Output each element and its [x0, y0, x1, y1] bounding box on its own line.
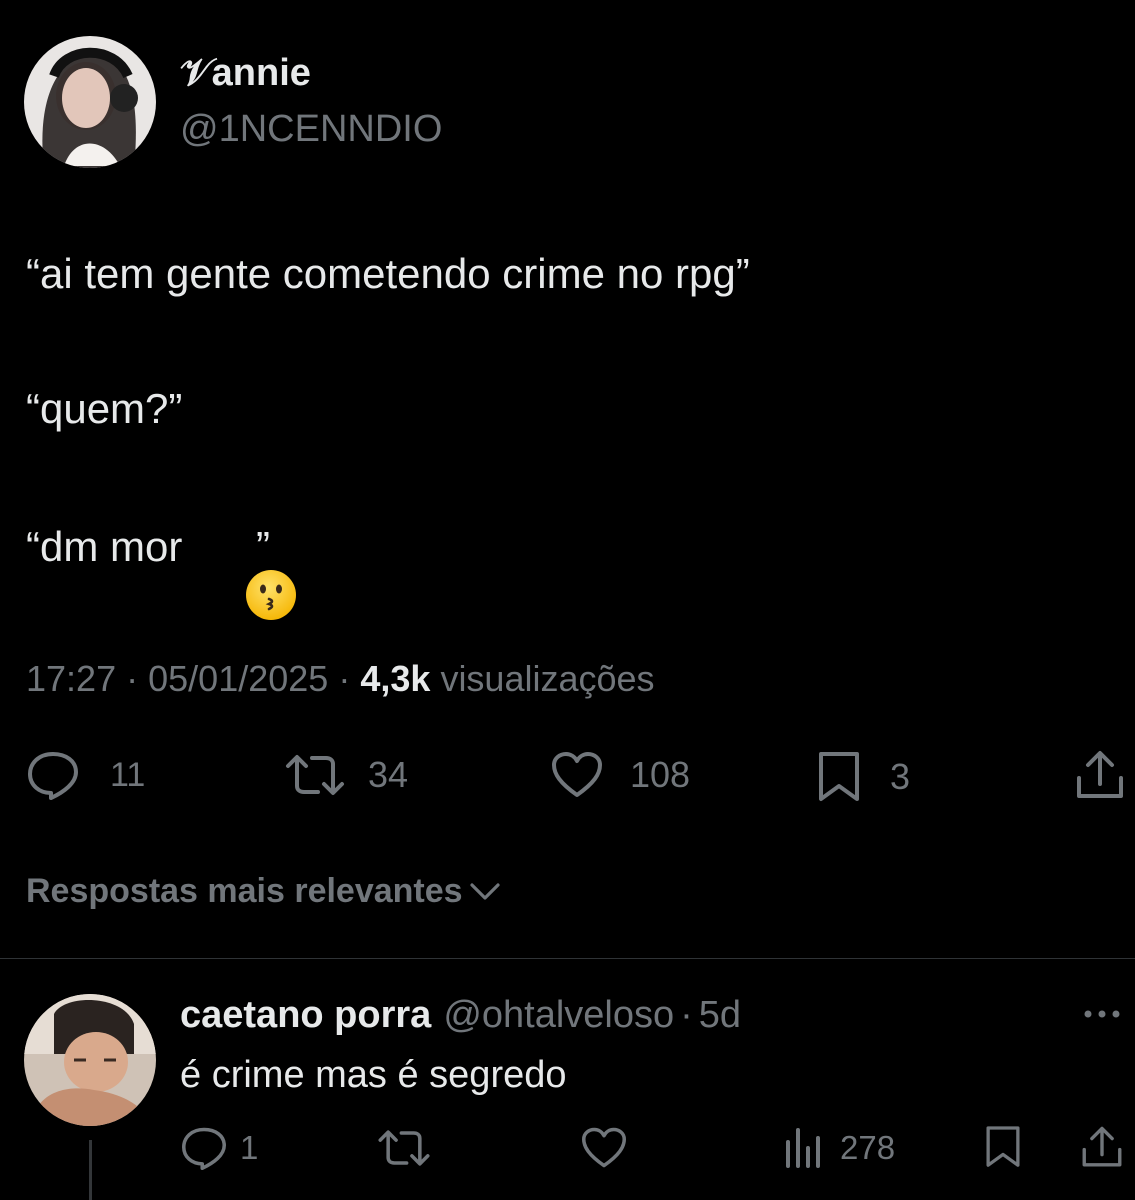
reply-author-avatar[interactable]: [24, 994, 156, 1126]
reply-header: caetano porra @ohtalveloso · 5d: [180, 994, 741, 1037]
tweet-text-line-3-start: “dm mor: [26, 523, 194, 570]
reply-bookmark-button[interactable]: [984, 1124, 1022, 1170]
reply-views-count: 278: [840, 1129, 896, 1166]
reply-author-handle[interactable]: @ohtalveloso: [443, 994, 674, 1037]
views-label: visualizações: [440, 658, 655, 699]
author-avatar[interactable]: [24, 36, 156, 168]
share-button[interactable]: [1074, 748, 1126, 802]
retweet-icon: [378, 1130, 430, 1166]
retweet-button[interactable]: 34: [284, 750, 408, 800]
kissing-face-emoji: [198, 521, 296, 620]
tweet-time[interactable]: 17:27: [26, 658, 116, 699]
tweet-text-line-3: “dm mor ”: [26, 521, 296, 620]
share-icon: [1082, 1126, 1122, 1167]
meta-separator: ·: [338, 658, 351, 699]
tweet-text-line-3-end: ”: [256, 523, 270, 570]
reply-reply-count: 1: [240, 1129, 259, 1166]
reply-text: é crime mas é segredo: [180, 1054, 567, 1096]
bookmark-count: 3: [890, 756, 911, 797]
chevron-down-icon: [469, 882, 500, 900]
more-dots-icon: [1084, 1010, 1120, 1018]
speech-bubble-icon: [28, 752, 78, 800]
reply-separator: ·: [680, 994, 693, 1036]
heart-icon: [582, 1127, 626, 1168]
like-count: 108: [630, 754, 691, 795]
author-name[interactable]: 𝒱annie: [180, 52, 311, 95]
meta-separator: ·: [126, 658, 139, 699]
reply-retweet-button[interactable]: [376, 1126, 432, 1170]
heart-icon: [552, 752, 602, 797]
reply-reply-button[interactable]: 1: [180, 1126, 258, 1170]
replies-sort-label: Respostas mais relevantes: [26, 872, 463, 910]
bookmark-button[interactable]: 3: [816, 750, 910, 804]
bookmark-icon: [986, 1126, 1020, 1167]
more-options-button[interactable]: [1082, 1006, 1122, 1027]
bookmark-icon: [819, 752, 859, 801]
thread-line: [89, 1140, 92, 1200]
tweet-date[interactable]: 05/01/2025: [148, 658, 328, 699]
reply-author-name[interactable]: caetano porra: [180, 994, 431, 1037]
like-button[interactable]: 108: [550, 750, 690, 800]
section-divider: [0, 958, 1135, 959]
replies-sort-dropdown[interactable]: Respostas mais relevantes: [26, 872, 501, 911]
tweet-text-line-1: “ai tem gente cometendo crime no rpg”: [26, 250, 750, 297]
reply-share-button[interactable]: [1080, 1124, 1124, 1170]
reply-count: 11: [110, 755, 146, 794]
share-icon: [1077, 751, 1123, 798]
views-count: 4,3k: [360, 658, 431, 699]
bar-chart-icon: [786, 1128, 820, 1168]
speech-bubble-icon: [182, 1127, 226, 1170]
tweet-text-line-2: “quem?”: [26, 385, 183, 432]
author-handle[interactable]: @1NCENNDIO: [180, 108, 442, 151]
reply-views-button[interactable]: 278: [784, 1126, 895, 1170]
retweet-count: 34: [368, 754, 409, 795]
reply-button[interactable]: 11: [26, 750, 145, 800]
tweet-meta: 17:27 · 05/01/2025 · 4,3k visualizações: [26, 658, 655, 700]
retweet-icon: [286, 755, 344, 795]
reply-age[interactable]: 5d: [699, 994, 741, 1037]
reply-like-button[interactable]: [580, 1126, 628, 1170]
